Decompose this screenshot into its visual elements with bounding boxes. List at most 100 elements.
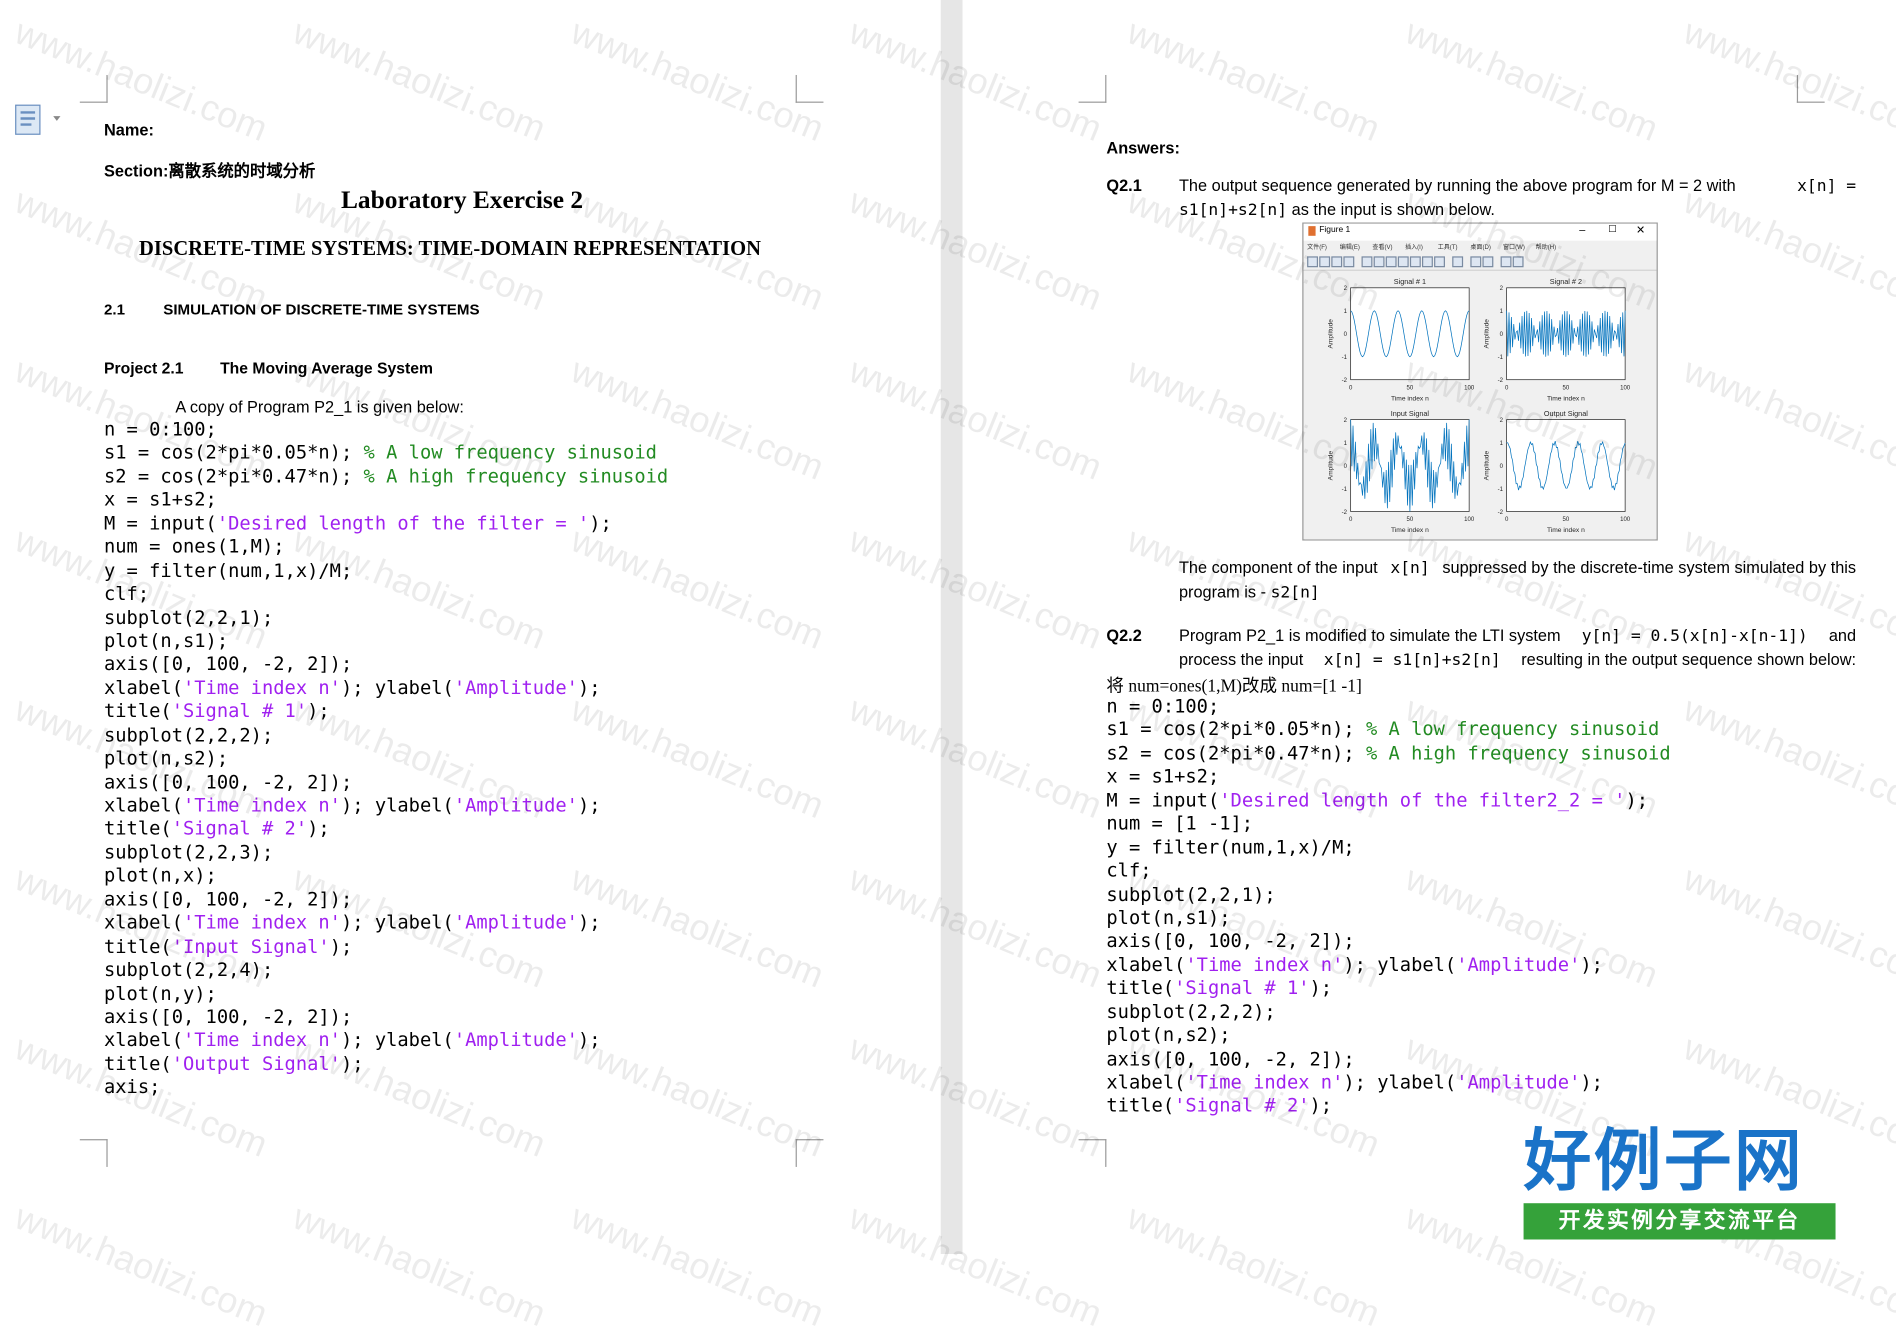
code-text: plot(n,y); bbox=[103, 982, 217, 1005]
code-text: num = ones(1,M); bbox=[103, 535, 285, 558]
code-text: x = s1+s2; bbox=[103, 488, 217, 511]
dock-icon[interactable] bbox=[1512, 256, 1524, 268]
code-text: s1 = cos(2*pi*0.05*n); bbox=[103, 441, 364, 464]
y-tick-label: 1 bbox=[1500, 309, 1504, 315]
code-text: ); bbox=[1309, 977, 1333, 1000]
code-line: title('Signal # 2'); bbox=[104, 818, 668, 842]
code-text: ); ylabel( bbox=[1343, 953, 1457, 976]
code-line: num = ones(1,M); bbox=[104, 536, 668, 560]
figure-menu-item[interactable]: 窗口(W) bbox=[1503, 243, 1525, 251]
x-tick-label: 100 bbox=[1464, 517, 1475, 523]
x-tick-label: 50 bbox=[1563, 517, 1570, 523]
open-file-icon[interactable] bbox=[1319, 256, 1331, 268]
code-line: axis; bbox=[104, 1077, 668, 1101]
code-line: clf; bbox=[1106, 860, 1670, 884]
figure-title: Figure 1 bbox=[1319, 226, 1351, 235]
y-tick-label: 0 bbox=[1500, 332, 1504, 338]
figure-menu-item[interactable]: 工具(T) bbox=[1438, 243, 1458, 251]
figure-menu-item[interactable]: 帮助(H) bbox=[1536, 243, 1556, 251]
code-string: 'Input Signal' bbox=[171, 935, 330, 958]
code-line: subplot(2,2,1); bbox=[104, 606, 668, 630]
legend-icon[interactable] bbox=[1482, 256, 1494, 268]
subplot-title: Signal # 2 bbox=[1550, 277, 1582, 286]
subplot-xlabel: Time index n bbox=[1391, 527, 1429, 534]
y-tick-label: -2 bbox=[1342, 510, 1348, 516]
code-line: plot(n,y); bbox=[104, 983, 668, 1007]
code-string: 'Amplitude' bbox=[453, 912, 578, 934]
project-title: The Moving Average System bbox=[220, 359, 433, 378]
code-string: 'Amplitude' bbox=[453, 794, 578, 817]
q21-label: Q2.1 bbox=[1106, 176, 1142, 195]
code-string: 'Signal # 2' bbox=[171, 817, 308, 840]
brush-icon[interactable] bbox=[1434, 256, 1445, 268]
code-line: title('Output Signal'); bbox=[104, 1053, 668, 1077]
x-tick-label: 50 bbox=[1563, 385, 1570, 391]
q22-line2: process the input bbox=[1178, 650, 1304, 669]
minimize-icon[interactable]: – bbox=[1579, 224, 1585, 236]
figure-menu-item[interactable]: 插入(I) bbox=[1405, 243, 1423, 251]
code-line: axis([0, 100, -2, 2]); bbox=[1106, 1048, 1670, 1072]
figure-menu-item[interactable]: 编辑(E) bbox=[1340, 243, 1360, 251]
crop-mark bbox=[1078, 74, 1107, 103]
code-string: 'Output Signal' bbox=[171, 1053, 341, 1075]
maximize-icon[interactable]: ☐ bbox=[1608, 224, 1617, 235]
code-line: plot(n,x); bbox=[104, 865, 668, 889]
crop-mark bbox=[79, 74, 108, 103]
code-line: axis([0, 100, -2, 2]); bbox=[104, 1006, 668, 1030]
print-icon[interactable] bbox=[1343, 256, 1355, 268]
code-string: 'Time index n' bbox=[1185, 953, 1344, 976]
code-line: y = filter(num,1,x)/M; bbox=[1106, 836, 1670, 860]
subplot-title: Output Signal bbox=[1544, 409, 1588, 418]
figure-menu-item[interactable]: 查看(V) bbox=[1372, 243, 1392, 251]
code-text: axis([0, 100, -2, 2]); bbox=[103, 888, 353, 911]
code-text: subplot(2,2,2); bbox=[103, 723, 274, 746]
subplot-xlabel: Time index n bbox=[1547, 395, 1585, 402]
q21-conclusion: The component of the input x[n] suppress… bbox=[1179, 556, 1856, 604]
code-text: plot(n,s2); bbox=[1106, 1024, 1231, 1047]
code-text: ); bbox=[307, 817, 330, 840]
document-outline-icon[interactable] bbox=[15, 104, 66, 144]
code-text: plot(n,s2); bbox=[103, 747, 229, 770]
x-tick-label: 50 bbox=[1407, 517, 1414, 523]
project-number: Project 2.1 bbox=[103, 359, 184, 378]
code-text: num = [1 -1]; bbox=[1106, 812, 1254, 835]
code-line: s1 = cos(2*pi*0.05*n); % A low frequency… bbox=[1106, 719, 1670, 743]
figure-menu-item[interactable]: 文件(F) bbox=[1307, 243, 1327, 251]
pan-icon[interactable] bbox=[1397, 256, 1409, 268]
y-tick-label: 1 bbox=[1500, 441, 1504, 447]
code-line: axis([0, 100, -2, 2]); bbox=[1106, 930, 1670, 954]
subplot-ylabel: Amplitude bbox=[1328, 450, 1335, 480]
close-icon[interactable]: ✕ bbox=[1636, 224, 1645, 237]
code-string: 'Time index n' bbox=[182, 912, 341, 934]
data-cursor-icon[interactable] bbox=[1421, 256, 1433, 268]
colorbar-icon[interactable] bbox=[1470, 256, 1482, 268]
q22-line1: Program P2_1 is modified to simulate the… bbox=[1178, 626, 1561, 645]
code-text: ); ylabel( bbox=[1343, 1071, 1457, 1094]
hide-tools-icon[interactable] bbox=[1500, 256, 1512, 268]
q22-note: 将 num=ones(1,M)改成 num=[1 -1] bbox=[1106, 677, 1362, 697]
rotate-icon[interactable] bbox=[1409, 256, 1421, 268]
crop-mark bbox=[79, 1139, 108, 1167]
figure-titlebar: Figure 1 – ☐ ✕ bbox=[1303, 223, 1657, 241]
zoom-out-icon[interactable] bbox=[1385, 256, 1397, 268]
code-line: M = input('Desired length of the filter2… bbox=[1106, 789, 1670, 813]
code-string: 'Amplitude' bbox=[453, 676, 578, 699]
save-icon[interactable] bbox=[1331, 256, 1343, 268]
code-comment: % A high frequency sinusoid bbox=[363, 465, 669, 488]
code-line: xlabel('Time index n'); ylabel('Amplitud… bbox=[104, 677, 668, 701]
code-text: axis([0, 100, -2, 2]); bbox=[103, 770, 353, 793]
answers-label: Answers: bbox=[1106, 139, 1180, 158]
y-tick-label: -2 bbox=[1498, 510, 1504, 516]
q22-line2-end: resulting in the output sequence shown b… bbox=[1521, 650, 1857, 669]
code-string: 'Amplitude' bbox=[1456, 953, 1581, 976]
intro-text: A copy of Program P2_1 is given below: bbox=[175, 397, 464, 416]
figure-menu-item[interactable]: 桌面(D) bbox=[1470, 243, 1490, 251]
crop-mark bbox=[795, 74, 824, 103]
new-figure-icon[interactable] bbox=[1307, 256, 1319, 268]
pointer-icon[interactable] bbox=[1361, 256, 1373, 268]
code-text: plot(n,s1); bbox=[1106, 906, 1231, 929]
zoom-in-icon[interactable] bbox=[1373, 256, 1385, 268]
link-icon[interactable] bbox=[1452, 256, 1464, 268]
code-string: 'Time index n' bbox=[1185, 1071, 1344, 1094]
code-line: plot(n,s2); bbox=[1106, 1024, 1670, 1048]
